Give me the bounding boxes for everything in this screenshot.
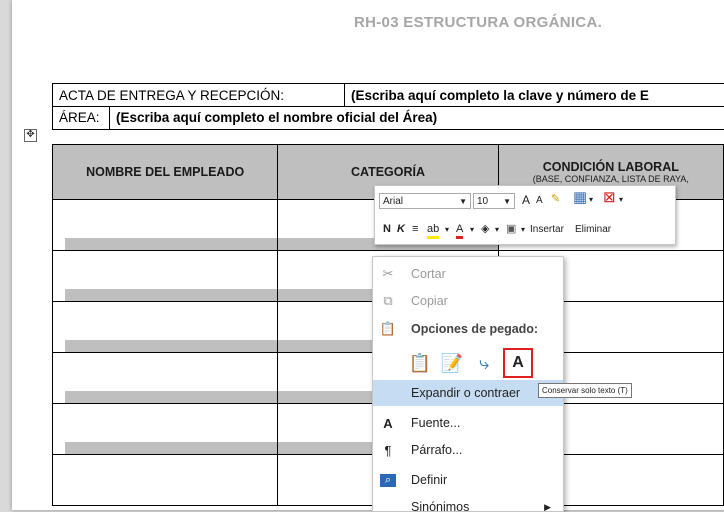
mini-toolbar: Arial ▼ 10 ▼ A A ✎ ▦ ▾ ⊠ ▾ N K ≡ ab ▾ A … xyxy=(374,185,676,245)
paste-as-picture-icon[interactable]: ⤷ xyxy=(471,350,497,376)
table-cell[interactable] xyxy=(53,404,278,455)
table-cell[interactable] xyxy=(53,302,278,353)
context-menu: ✂ Cortar ⧉ Copiar 📋 Opciones de pegado: … xyxy=(372,256,564,512)
header-nombre[interactable]: NOMBRE DEL EMPLEADO xyxy=(53,145,278,200)
area-value[interactable]: (Escriba aquí completo el nombre oficial… xyxy=(110,106,724,129)
menu-item-copy[interactable]: ⧉ Copiar xyxy=(373,288,563,314)
menu-item-expand-collapse[interactable]: Expandir o contraer xyxy=(373,380,563,406)
acta-row: ACTA DE ENTREGA Y RECEPCIÓN: (Escriba aq… xyxy=(52,83,724,107)
paragraph-icon: ¶ xyxy=(377,443,399,458)
table-move-handle-icon[interactable]: ✥ xyxy=(24,129,37,142)
gray-bar xyxy=(65,442,277,454)
table-cell[interactable] xyxy=(53,251,278,302)
chevron-down-icon[interactable]: ▾ xyxy=(589,193,593,207)
table-grid-icon[interactable]: ▦ xyxy=(573,191,587,205)
table-cell[interactable] xyxy=(53,353,278,404)
table-cell[interactable] xyxy=(53,200,278,251)
gray-bar xyxy=(65,340,277,352)
acta-value[interactable]: (Escriba aquí completo la clave y número… xyxy=(345,84,724,106)
paste-keep-source-icon[interactable]: 📋 xyxy=(407,350,433,376)
clipboard-icon: 📋 xyxy=(377,321,399,337)
chevron-right-icon: ▶ xyxy=(544,502,551,512)
grow-font-icon[interactable]: A xyxy=(522,193,530,207)
insert-button[interactable]: Insertar xyxy=(530,224,564,235)
italic-button[interactable]: K xyxy=(397,222,405,236)
shrink-font-icon[interactable]: A xyxy=(536,194,543,208)
paste-options-row: 📋 📝 ⤷ A xyxy=(407,347,533,379)
gray-bar xyxy=(65,289,277,301)
table-cell[interactable] xyxy=(53,455,278,506)
gray-bar xyxy=(65,238,277,250)
menu-item-paste-options: 📋 Opciones de pegado: xyxy=(373,316,563,342)
font-size-value: 10 xyxy=(477,196,488,207)
delete-button[interactable]: Eliminar xyxy=(575,224,611,235)
tooltip: Conservar solo texto (T) xyxy=(538,383,632,398)
borders-icon[interactable]: ▣ xyxy=(506,222,516,236)
scissors-icon: ✂ xyxy=(377,266,399,282)
paste-keep-text-only-icon[interactable]: A xyxy=(503,348,533,378)
menu-item-cut[interactable]: ✂ Cortar xyxy=(373,261,563,287)
chevron-down-icon: ▼ xyxy=(503,197,514,206)
chevron-down-icon: ▼ xyxy=(459,197,470,206)
chevron-down-icon[interactable]: ▾ xyxy=(521,223,525,237)
font-icon: A xyxy=(377,416,399,431)
menu-item-font[interactable]: A Fuente... xyxy=(373,410,563,436)
font-size-dropdown[interactable]: 10 ▼ xyxy=(473,193,515,209)
delete-table-icon[interactable]: ⊠ xyxy=(603,191,616,205)
paste-merge-format-icon[interactable]: 📝 xyxy=(439,350,465,376)
menu-item-synonyms[interactable]: Sinónimos ▶ xyxy=(373,494,563,512)
chevron-down-icon[interactable]: ▾ xyxy=(470,223,474,237)
define-icon: ⌕ xyxy=(380,474,396,487)
document-title: RH-03 ESTRUCTURA ORGÁNICA. xyxy=(354,14,602,31)
shading-icon[interactable]: ◈ xyxy=(481,222,489,236)
chevron-down-icon[interactable]: ▾ xyxy=(495,223,499,237)
area-label[interactable]: ÁREA: xyxy=(53,106,110,129)
menu-item-paragraph[interactable]: ¶ Párrafo... xyxy=(373,437,563,463)
bold-button[interactable]: N xyxy=(383,222,391,236)
acta-label[interactable]: ACTA DE ENTREGA Y RECEPCIÓN: xyxy=(53,84,345,106)
font-color-icon[interactable]: A xyxy=(456,222,463,239)
area-row: ÁREA: (Escriba aquí completo el nombre o… xyxy=(52,106,724,130)
chevron-down-icon[interactable]: ▾ xyxy=(445,223,449,237)
gray-bar xyxy=(65,391,277,403)
font-name-dropdown[interactable]: Arial ▼ xyxy=(379,193,471,209)
menu-item-define[interactable]: ⌕ Definir xyxy=(373,467,563,493)
highlight-color-icon[interactable]: ab xyxy=(427,222,439,239)
copy-icon: ⧉ xyxy=(377,293,399,309)
format-painter-icon[interactable]: ✎ xyxy=(551,192,560,206)
font-name-value: Arial xyxy=(383,196,403,207)
align-center-icon[interactable]: ≡ xyxy=(412,222,418,236)
chevron-down-icon[interactable]: ▾ xyxy=(619,193,623,207)
